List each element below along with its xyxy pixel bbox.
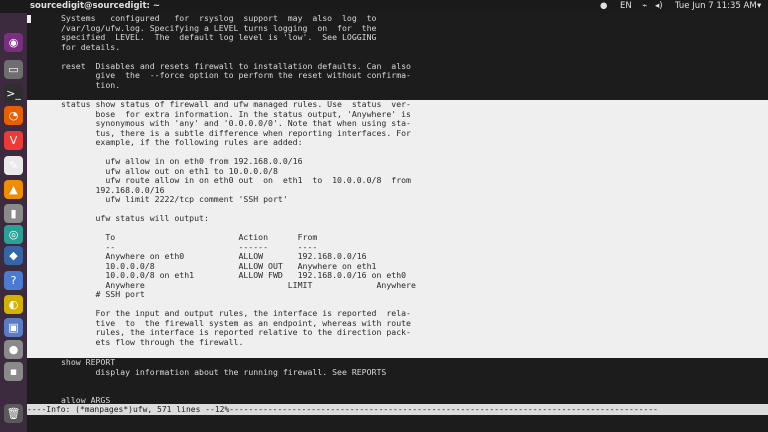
man-line: example, if the following rules are adde… xyxy=(61,137,303,147)
network-icon[interactable]: ⌁ xyxy=(642,1,647,11)
vlc-icon[interactable]: ▲ xyxy=(4,180,23,199)
man-line: display information about the running fi… xyxy=(61,366,387,377)
man-line: ufw status will output: xyxy=(61,213,209,223)
keyboard-language[interactable]: EN xyxy=(620,1,632,11)
mode-line: ----Info: (*manpages*)ufw, 571 lines --1… xyxy=(27,404,768,415)
system-menu-chevron-icon[interactable]: ▾ xyxy=(757,1,761,11)
dock: ◉ ▭ >_ ◔ V ✎ ▲ ▮ ◎ ◆? ◐ ▣ ● ▪ 🗑 xyxy=(0,13,27,432)
volume-icon[interactable]: ◂) xyxy=(655,1,663,11)
firefox-icon[interactable]: ◔ xyxy=(4,106,23,125)
man-line: ets flow through the firewall. xyxy=(61,336,244,347)
settings-icon[interactable]: ◎ xyxy=(4,225,23,244)
drive-icon[interactable]: ● xyxy=(4,340,23,359)
vivaldi-icon[interactable]: V xyxy=(4,131,23,150)
app-icon[interactable]: ◐ xyxy=(4,295,23,314)
top-bar: sourcedigit@sourcedigit: ~ ● EN ⌁ ◂) Tue… xyxy=(0,0,768,13)
window-title[interactable]: sourcedigit@sourcedigit: ~ xyxy=(30,1,160,11)
app-store-icon[interactable]: ▣ xyxy=(4,318,23,337)
text-editor-icon[interactable]: ✎ xyxy=(4,156,23,175)
activities-indicator[interactable]: ● xyxy=(600,1,607,11)
ubuntu-software-icon[interactable]: ◉ xyxy=(4,33,23,52)
man-line: ufw limit 2222/tcp comment 'SSH port' xyxy=(61,194,288,204)
man-line: for details. xyxy=(61,41,121,52)
man-line: # SSH port xyxy=(61,289,145,299)
terminal-window[interactable]: Systems configured for rsyslog support m… xyxy=(27,13,768,417)
disk-icon[interactable]: ▮ xyxy=(4,204,23,223)
echo-area[interactable] xyxy=(27,415,768,432)
software-center-icon[interactable]: ◆ xyxy=(4,246,23,265)
files-icon[interactable]: ▭ xyxy=(4,60,23,79)
clock[interactable]: Tue Jun 7 11:35 AM xyxy=(675,1,757,11)
text-cursor xyxy=(27,15,31,23)
trash-icon[interactable]: 🗑 xyxy=(4,404,23,423)
man-line: tion. xyxy=(61,79,121,90)
drive-2-icon[interactable]: ▪ xyxy=(4,362,23,381)
help-icon[interactable]: ? xyxy=(4,271,23,290)
terminal-icon[interactable]: >_ xyxy=(4,84,23,103)
